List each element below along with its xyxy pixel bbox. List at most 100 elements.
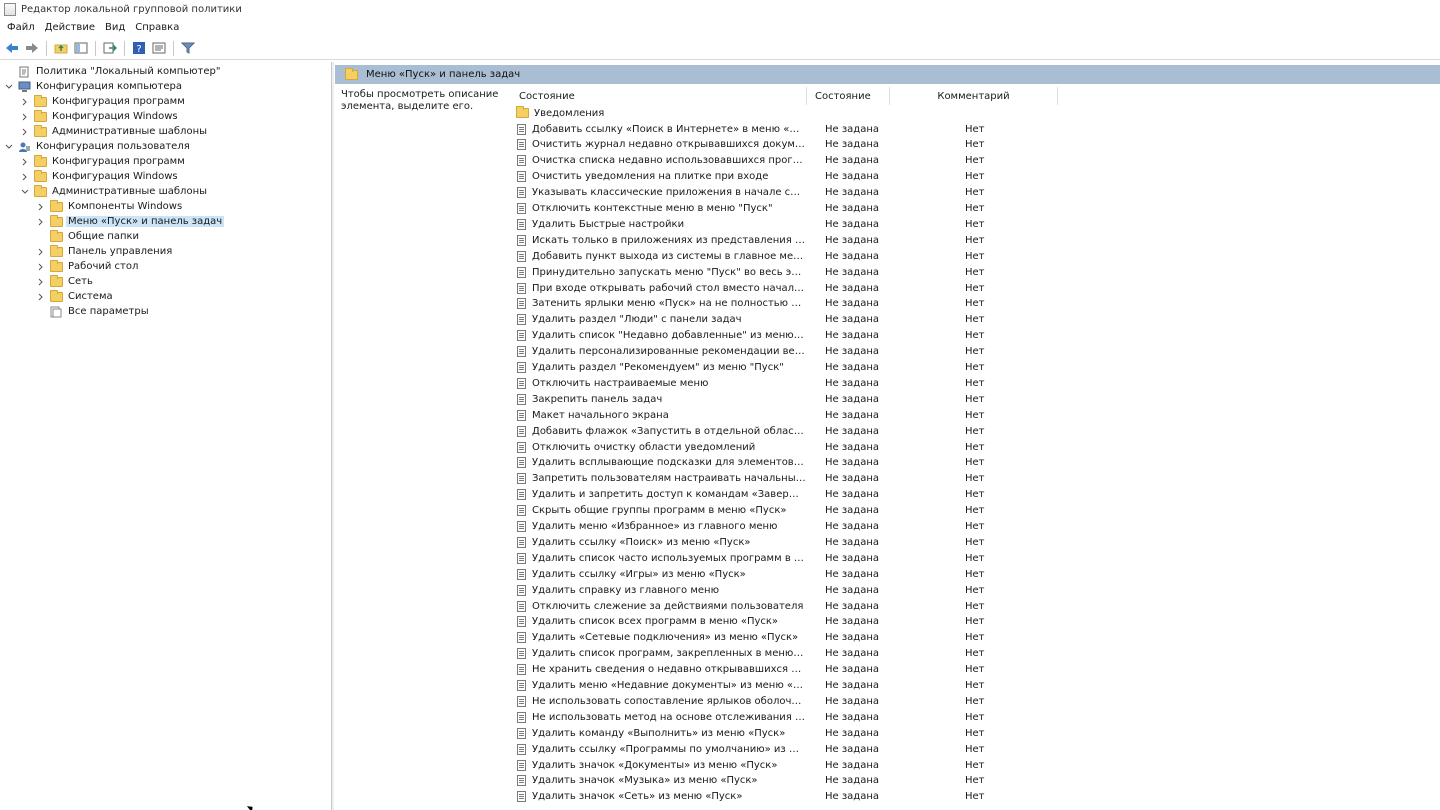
- chevron-right-icon[interactable]: [19, 171, 31, 183]
- policy-row[interactable]: Удалить список всех программ в меню «Пус…: [516, 614, 985, 630]
- policy-row[interactable]: Удалить ссылку «Игры» из меню «Пуск» Не з…: [516, 566, 985, 582]
- tree-item-user-config[interactable]: Конфигурация пользователя: [3, 139, 192, 154]
- column-header-comment[interactable]: Комментарий: [890, 87, 1058, 105]
- policy-row[interactable]: Удалить список часто используемых програ…: [516, 550, 985, 566]
- show-hide-tree-icon[interactable]: [72, 39, 90, 57]
- policy-setting-icon: [516, 473, 527, 485]
- chevron-down-icon[interactable]: [3, 141, 15, 153]
- policy-row[interactable]: Удалить значок «Сеть» из меню «Пуск» Не з…: [516, 789, 985, 805]
- tree-item-local-computer-policy[interactable]: Политика "Локальный компьютер": [3, 64, 222, 79]
- tree-item-software-settings[interactable]: Конфигурация программ: [19, 94, 187, 109]
- policy-row[interactable]: Добавить пункт выхода из системы в главн…: [516, 248, 985, 264]
- policy-row[interactable]: Удалить ссылку «Поиск» из меню «Пуск» Не …: [516, 534, 985, 550]
- tree-item-user-windows-settings[interactable]: Конфигурация Windows: [19, 169, 180, 184]
- policy-row[interactable]: Удалить справку из главного меню Не задан…: [516, 582, 985, 598]
- policy-row[interactable]: Принудительно запускать меню "Пуск" во в…: [516, 264, 985, 280]
- policy-row[interactable]: Не использовать метод на основе отслежив…: [516, 709, 985, 725]
- policy-row[interactable]: Удалить значок «Документы» из меню «Пуск…: [516, 757, 985, 773]
- policy-setting-icon: [516, 648, 527, 660]
- policy-row[interactable]: Затенить ярлыки меню «Пуск» на не полнос…: [516, 296, 985, 312]
- back-arrow-icon[interactable]: [3, 39, 21, 57]
- gpedit-icon: [4, 2, 16, 16]
- policy-row[interactable]: Не хранить сведения о недавно открывавши…: [516, 662, 985, 678]
- policy-row[interactable]: Удалить раздел "Рекомендуем" из меню "Пу…: [516, 360, 985, 376]
- policy-row[interactable]: Отключить контекстные меню в меню "Пуск"…: [516, 201, 985, 217]
- export-list-icon[interactable]: [101, 39, 119, 57]
- chevron-right-icon[interactable]: [19, 111, 31, 123]
- policy-row[interactable]: Отключить очистку области уведомлений Не …: [516, 439, 985, 455]
- policy-name: Удалить значок «Музыка» из меню «Пуск»: [532, 775, 758, 787]
- chevron-right-icon[interactable]: [19, 126, 31, 138]
- tree-item-shared-folders[interactable]: Общие папки: [35, 229, 141, 244]
- policy-row[interactable]: Удалить значок «Музыка» из меню «Пуск» Не…: [516, 773, 985, 789]
- policy-comment: Нет: [965, 505, 985, 517]
- policy-row[interactable]: Очистить уведомления на плитке при входе…: [516, 169, 985, 185]
- tree-item-system[interactable]: Система: [35, 289, 115, 304]
- tree-item-network[interactable]: Сеть: [35, 274, 95, 289]
- policy-row[interactable]: Удалить Быстрые настройки Не задана Нет: [516, 216, 985, 232]
- policy-row[interactable]: Макет начального экрана Не задана Нет: [516, 407, 985, 423]
- policy-row[interactable]: Удалить ссылку «Программы по умолчанию» …: [516, 741, 985, 757]
- chevron-right-icon[interactable]: [19, 156, 31, 168]
- policy-row[interactable]: Добавить флажок «Запустить в отдельной о…: [516, 423, 985, 439]
- policy-row[interactable]: Удалить всплывающие подсказки для элемен…: [516, 455, 985, 471]
- menu-action[interactable]: Действие: [42, 22, 102, 33]
- properties-icon[interactable]: [150, 39, 168, 57]
- forward-arrow-icon[interactable]: [23, 39, 41, 57]
- tree-item-control-panel[interactable]: Панель управления: [35, 244, 174, 259]
- menu-help[interactable]: Справка: [132, 22, 186, 33]
- tree-item-label: Конфигурация пользователя: [36, 141, 190, 152]
- chevron-right-icon[interactable]: [35, 201, 47, 213]
- policy-row[interactable]: Отключить слежение за действиями пользов…: [516, 598, 985, 614]
- policy-row[interactable]: Указывать классические приложения в нача…: [516, 185, 985, 201]
- folder-row[interactable]: Уведомления: [516, 105, 808, 121]
- policy-row[interactable]: Добавить ссылку «Поиск в Интернете» в ме…: [516, 121, 985, 137]
- folder-icon: [49, 244, 63, 258]
- policy-row[interactable]: Удалить и запретить доступ к командам «З…: [516, 487, 985, 503]
- tree-item-user-admin-templates[interactable]: Административные шаблоны: [19, 184, 209, 199]
- folder-icon: [33, 109, 47, 123]
- policy-row[interactable]: Запретить пользователям настраивать нача…: [516, 471, 985, 487]
- chevron-down-icon[interactable]: [3, 81, 15, 93]
- policy-row[interactable]: Удалить меню «Недавние документы» из мен…: [516, 678, 985, 694]
- chevron-right-icon[interactable]: [35, 216, 47, 228]
- up-folder-icon[interactable]: [52, 39, 70, 57]
- chevron-down-icon[interactable]: [19, 186, 31, 198]
- menu-file[interactable]: Файл: [4, 22, 42, 33]
- policy-row[interactable]: Удалить меню «Избранное» из главного мен…: [516, 519, 985, 535]
- menu-view[interactable]: Вид: [102, 22, 132, 33]
- policy-row[interactable]: Удалить персонализированные рекомендации…: [516, 344, 985, 360]
- policy-row[interactable]: Удалить список программ, закрепленных в …: [516, 646, 985, 662]
- policy-row[interactable]: Очистить журнал недавно открывавшихся до…: [516, 137, 985, 153]
- chevron-right-icon[interactable]: [35, 246, 47, 258]
- tree-item-admin-templates[interactable]: Административные шаблоны: [19, 124, 209, 139]
- policy-row[interactable]: Удалить список "Недавно добавленные" из …: [516, 328, 985, 344]
- policy-row[interactable]: Скрыть общие группы программ в меню «Пус…: [516, 503, 985, 519]
- policy-row[interactable]: Удалить команду «Выполнить» из меню «Пус…: [516, 725, 985, 741]
- chevron-right-icon[interactable]: [19, 96, 31, 108]
- policy-comment: Нет: [965, 139, 985, 151]
- chevron-right-icon[interactable]: [35, 291, 47, 303]
- policy-row[interactable]: Отключить настраиваемые меню Не задана Нет: [516, 375, 985, 391]
- policy-row[interactable]: Удалить раздел "Люди" с панели задач Не з…: [516, 312, 985, 328]
- tree-item-windows-settings[interactable]: Конфигурация Windows: [19, 109, 180, 124]
- column-header-state[interactable]: Состояние: [807, 87, 890, 105]
- policy-row[interactable]: Искать только в приложениях из представл…: [516, 232, 985, 248]
- policy-row[interactable]: Очистка списка недавно использовавшихся …: [516, 153, 985, 169]
- column-header-setting[interactable]: Состояние: [515, 87, 807, 105]
- policy-row[interactable]: Удалить «Сетевые подключения» из меню «П…: [516, 630, 985, 646]
- tree-item-user-software-settings[interactable]: Конфигурация программ: [19, 154, 187, 169]
- chevron-right-icon[interactable]: [35, 261, 47, 273]
- tree-item-desktop[interactable]: Рабочий стол: [35, 259, 140, 274]
- pane-splitter[interactable]: [332, 62, 334, 810]
- filter-icon[interactable]: [179, 39, 197, 57]
- tree-item-computer-config[interactable]: Конфигурация компьютера: [3, 79, 184, 94]
- tree-item-start-menu-taskbar[interactable]: Меню «Пуск» и панель задач: [35, 214, 225, 229]
- policy-row[interactable]: При входе открывать рабочий стол вместо …: [516, 280, 985, 296]
- tree-item-all-settings[interactable]: Все параметры: [35, 304, 151, 319]
- policy-row[interactable]: Закрепить панель задач Не задана Нет: [516, 391, 985, 407]
- tree-item-windows-components[interactable]: Компоненты Windows: [35, 199, 184, 214]
- policy-row[interactable]: Не использовать сопоставление ярлыков об…: [516, 693, 985, 709]
- help-icon[interactable]: ?: [130, 39, 148, 57]
- chevron-right-icon[interactable]: [35, 276, 47, 288]
